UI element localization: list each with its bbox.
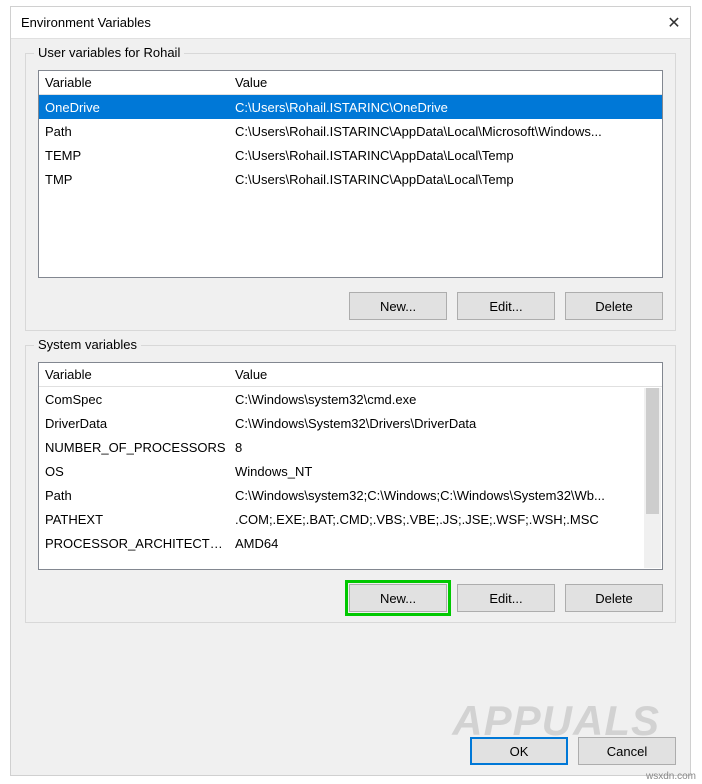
cell-variable: Path [39, 488, 229, 503]
system-variables-legend: System variables [34, 337, 141, 352]
cell-value: C:\Users\Rohail.ISTARINC\AppData\Local\T… [229, 148, 662, 163]
cell-variable: TEMP [39, 148, 229, 163]
cell-variable: OS [39, 464, 229, 479]
table-row[interactable]: NUMBER_OF_PROCESSORS 8 [39, 435, 662, 459]
cell-value: .COM;.EXE;.BAT;.CMD;.VBS;.VBE;.JS;.JSE;.… [229, 512, 662, 527]
table-row[interactable]: TMP C:\Users\Rohail.ISTARINC\AppData\Loc… [39, 167, 662, 191]
cell-value: 8 [229, 440, 662, 455]
cell-value: C:\Windows\System32\Drivers\DriverData [229, 416, 662, 431]
cell-variable: OneDrive [39, 100, 229, 115]
cell-value: C:\Users\Rohail.ISTARINC\AppData\Local\T… [229, 172, 662, 187]
cell-value: C:\Windows\system32\cmd.exe [229, 392, 662, 407]
table-row[interactable]: OS Windows_NT [39, 459, 662, 483]
table-row[interactable]: Path C:\Windows\system32;C:\Windows;C:\W… [39, 483, 662, 507]
table-row[interactable]: DriverData C:\Windows\System32\Drivers\D… [39, 411, 662, 435]
cell-variable: NUMBER_OF_PROCESSORS [39, 440, 229, 455]
dialog-footer: OK Cancel [470, 737, 676, 765]
user-variables-group: User variables for Rohail Variable Value… [25, 53, 676, 331]
dialog-title: Environment Variables [21, 15, 151, 30]
scrollbar-thumb[interactable] [646, 388, 659, 514]
system-variables-header: Variable Value [39, 363, 662, 387]
scrollbar[interactable] [644, 388, 661, 568]
close-icon[interactable]: ✕ [658, 7, 690, 39]
titlebar: Environment Variables ✕ [11, 7, 690, 39]
column-header-variable[interactable]: Variable [39, 367, 229, 382]
user-variables-header: Variable Value [39, 71, 662, 95]
user-new-button[interactable]: New... [349, 292, 447, 320]
system-edit-button[interactable]: Edit... [457, 584, 555, 612]
table-row[interactable]: TEMP C:\Users\Rohail.ISTARINC\AppData\Lo… [39, 143, 662, 167]
system-variables-group: System variables Variable Value ComSpec … [25, 345, 676, 623]
system-variables-buttons: New... Edit... Delete [38, 584, 663, 612]
system-new-button[interactable]: New... [349, 584, 447, 612]
table-row[interactable]: ComSpec C:\Windows\system32\cmd.exe [39, 387, 662, 411]
user-variables-buttons: New... Edit... Delete [38, 292, 663, 320]
user-delete-button[interactable]: Delete [565, 292, 663, 320]
system-variables-list[interactable]: Variable Value ComSpec C:\Windows\system… [38, 362, 663, 570]
user-variables-legend: User variables for Rohail [34, 45, 184, 60]
cell-variable: PROCESSOR_ARCHITECTU... [39, 536, 229, 551]
column-header-value[interactable]: Value [229, 75, 662, 90]
cell-variable: TMP [39, 172, 229, 187]
table-row[interactable]: Path C:\Users\Rohail.ISTARINC\AppData\Lo… [39, 119, 662, 143]
user-variables-list[interactable]: Variable Value OneDrive C:\Users\Rohail.… [38, 70, 663, 278]
cell-value: AMD64 [229, 536, 662, 551]
cell-variable: Path [39, 124, 229, 139]
cell-variable: DriverData [39, 416, 229, 431]
ok-button[interactable]: OK [470, 737, 568, 765]
table-row[interactable]: PATHEXT .COM;.EXE;.BAT;.CMD;.VBS;.VBE;.J… [39, 507, 662, 531]
column-header-value[interactable]: Value [229, 367, 662, 382]
cell-variable: ComSpec [39, 392, 229, 407]
cancel-button[interactable]: Cancel [578, 737, 676, 765]
column-header-variable[interactable]: Variable [39, 75, 229, 90]
cell-variable: PATHEXT [39, 512, 229, 527]
system-delete-button[interactable]: Delete [565, 584, 663, 612]
table-row[interactable]: PROCESSOR_ARCHITECTU... AMD64 [39, 531, 662, 555]
cell-value: C:\Windows\system32;C:\Windows;C:\Window… [229, 488, 662, 503]
cell-value: Windows_NT [229, 464, 662, 479]
user-edit-button[interactable]: Edit... [457, 292, 555, 320]
environment-variables-dialog: Environment Variables ✕ User variables f… [10, 6, 691, 776]
cell-value: C:\Users\Rohail.ISTARINC\AppData\Local\M… [229, 124, 662, 139]
table-row[interactable]: OneDrive C:\Users\Rohail.ISTARINC\OneDri… [39, 95, 662, 119]
cell-value: C:\Users\Rohail.ISTARINC\OneDrive [229, 100, 662, 115]
credit: wsxdn.com [646, 771, 696, 782]
dialog-content: User variables for Rohail Variable Value… [11, 39, 690, 645]
